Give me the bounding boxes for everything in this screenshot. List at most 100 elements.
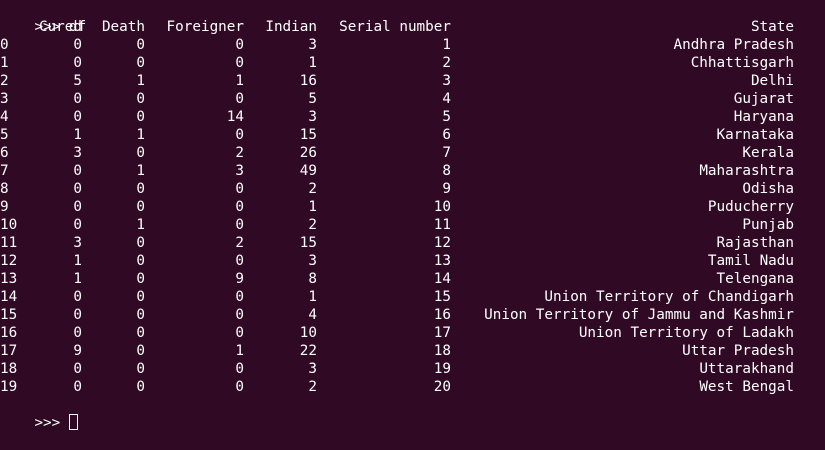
- row-index: 10: [0, 217, 18, 233]
- cell-indian: 22: [299, 343, 317, 359]
- cell-foreigner: 0: [235, 199, 244, 215]
- cell-foreigner: 0: [235, 325, 244, 341]
- cell-indian: 2: [308, 379, 317, 395]
- cell-cured: 5: [73, 73, 82, 89]
- row-index: 9: [0, 199, 9, 215]
- cell-cured: 0: [73, 37, 82, 53]
- cell-cured: 1: [73, 127, 82, 143]
- row-index: 4: [0, 109, 9, 125]
- cell-state: Punjab: [742, 217, 794, 233]
- table-row: 3 0 0 0 5 4 Gujarat: [0, 90, 825, 108]
- row-index: 0: [0, 37, 9, 53]
- column-header-serial-number: Serial number: [339, 19, 451, 35]
- table-row: 16 0 0 0 10 17 Union Territory of Ladakh: [0, 324, 825, 342]
- cell-state: Maharashtra: [699, 163, 794, 179]
- cell-indian: 15: [299, 235, 317, 251]
- text-cursor: [68, 414, 78, 430]
- cell-indian: 1: [308, 55, 317, 71]
- cell-foreigner: 14: [226, 109, 244, 125]
- row-index: 14: [0, 289, 18, 305]
- cell-cured: 9: [73, 343, 82, 359]
- row-index: 7: [0, 163, 9, 179]
- cell-cured: 3: [73, 145, 82, 161]
- cell-serial-number: 12: [433, 235, 451, 251]
- cell-serial-number: 1: [442, 37, 451, 53]
- cell-serial-number: 9: [442, 181, 451, 197]
- cell-death: 0: [136, 379, 145, 395]
- row-index: 5: [0, 127, 9, 143]
- cell-state: Rajasthan: [716, 235, 794, 251]
- cell-state: Haryana: [733, 109, 794, 125]
- cell-death: 0: [136, 361, 145, 377]
- cell-foreigner: 0: [235, 307, 244, 323]
- cell-foreigner: 0: [235, 37, 244, 53]
- column-header-death: Death: [101, 19, 145, 35]
- cell-state: Union Territory of Jammu and Kashmir: [484, 307, 794, 323]
- cell-cured: 0: [73, 181, 82, 197]
- cell-cured: 0: [73, 55, 82, 71]
- cell-cured: 0: [73, 163, 82, 179]
- row-index: 11: [0, 235, 18, 251]
- column-header-indian: Indian: [265, 19, 317, 35]
- table-row: 6 3 0 2 26 7 Kerala: [0, 144, 825, 162]
- cell-indian: 3: [308, 37, 317, 53]
- cell-indian: 49: [299, 163, 317, 179]
- row-index: 12: [0, 253, 18, 269]
- table-row: 13 1 0 9 8 14 Telengana: [0, 270, 825, 288]
- cell-death: 1: [136, 163, 145, 179]
- cell-cured: 0: [73, 91, 82, 107]
- cell-state: Uttarakhand: [699, 361, 794, 377]
- cell-serial-number: 14: [433, 271, 451, 287]
- cell-death: 0: [136, 271, 145, 287]
- table-row: 17 9 0 1 22 18 Uttar Pradesh: [0, 342, 825, 360]
- row-index: 19: [0, 379, 18, 395]
- cell-serial-number: 8: [442, 163, 451, 179]
- table-row: 5 1 1 0 15 6 Karnataka: [0, 126, 825, 144]
- cell-foreigner: 0: [235, 217, 244, 233]
- cell-serial-number: 10: [433, 199, 451, 215]
- cell-serial-number: 20: [433, 379, 451, 395]
- cell-indian: 3: [308, 253, 317, 269]
- table-row: 2 5 1 1 16 3 Delhi: [0, 72, 825, 90]
- cell-foreigner: 1: [235, 343, 244, 359]
- cell-foreigner: 3: [235, 163, 244, 179]
- cell-death: 0: [136, 253, 145, 269]
- cell-indian: 8: [308, 271, 317, 287]
- cell-serial-number: 6: [442, 127, 451, 143]
- column-header-foreigner: Foreigner: [166, 19, 244, 35]
- cell-foreigner: 0: [235, 91, 244, 107]
- prompt: >>>: [34, 415, 69, 431]
- cell-cured: 0: [73, 307, 82, 323]
- cell-indian: 4: [308, 307, 317, 323]
- table-row: 7 0 1 3 49 8 Maharashtra: [0, 162, 825, 180]
- cell-death: 0: [136, 145, 145, 161]
- cell-indian: 1: [308, 199, 317, 215]
- input-line[interactable]: >>>: [0, 396, 825, 431]
- cell-indian: 3: [308, 109, 317, 125]
- cell-cured: 0: [73, 325, 82, 341]
- terminal-window[interactable]: >>> df Cured Death Foreigner Indian Seri…: [0, 0, 825, 431]
- cell-death: 0: [136, 325, 145, 341]
- cell-state: Puducherry: [707, 199, 794, 215]
- table-row: 18 0 0 0 3 19 Uttarakhand: [0, 360, 825, 378]
- cell-foreigner: 0: [235, 289, 244, 305]
- cell-death: 0: [136, 109, 145, 125]
- cell-cured: 0: [73, 109, 82, 125]
- row-index: 3: [0, 91, 9, 107]
- cell-state: Gujarat: [733, 91, 794, 107]
- cell-state: Odisha: [742, 181, 794, 197]
- cell-serial-number: 4: [442, 91, 451, 107]
- row-index: 13: [0, 271, 18, 287]
- cell-death: 1: [136, 127, 145, 143]
- cell-state: Union Territory of Chandigarh: [544, 289, 794, 305]
- cell-indian: 2: [308, 181, 317, 197]
- cell-cured: 1: [73, 253, 82, 269]
- cell-foreigner: 0: [235, 181, 244, 197]
- cell-serial-number: 13: [433, 253, 451, 269]
- cell-cured: 0: [73, 289, 82, 305]
- cell-indian: 1: [308, 289, 317, 305]
- cell-death: 0: [136, 343, 145, 359]
- cell-death: 0: [136, 91, 145, 107]
- table-row: 11 3 0 2 15 12 Rajasthan: [0, 234, 825, 252]
- cell-serial-number: 11: [433, 217, 451, 233]
